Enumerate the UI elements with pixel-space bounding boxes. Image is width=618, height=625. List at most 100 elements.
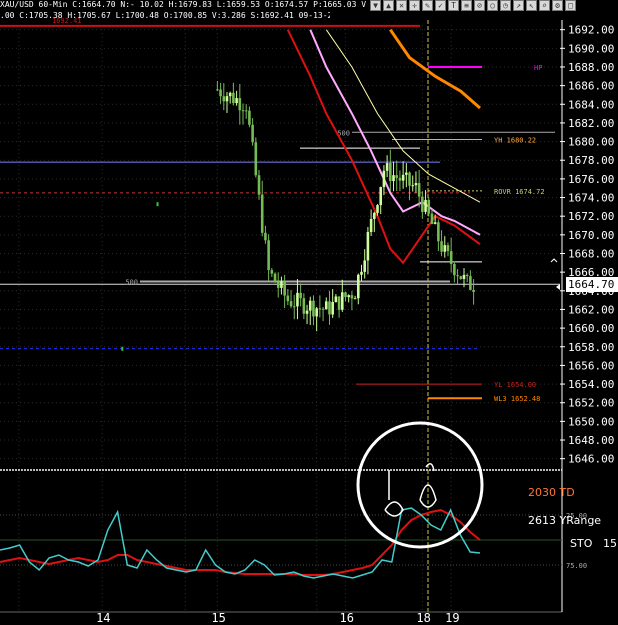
text-icon[interactable]: T — [448, 0, 459, 11]
candle-body — [235, 98, 238, 104]
candle-body — [270, 270, 274, 274]
candle-body — [280, 281, 283, 288]
candle-body — [254, 142, 258, 176]
candle-body — [465, 274, 469, 277]
candle-body — [225, 96, 229, 102]
candle-body — [411, 185, 415, 187]
candle-body — [369, 218, 373, 233]
date-label: 14 — [96, 611, 110, 625]
trend-icon[interactable]: ↗ — [513, 0, 524, 11]
down-arrow-icon[interactable]: ▼ — [370, 0, 381, 11]
candle-body — [289, 301, 293, 307]
candle-body — [264, 232, 267, 241]
candle-body — [308, 300, 312, 311]
candle-body — [347, 295, 350, 298]
candle-body — [216, 89, 219, 91]
candle-body — [389, 163, 392, 182]
candle-body — [433, 222, 437, 224]
stochastic-oscillator: 25.0075.00 — [0, 507, 587, 579]
price-tick-label: 1648.00 — [568, 434, 614, 447]
candle-body — [414, 183, 418, 186]
candle-body — [241, 110, 245, 112]
candle-body — [443, 245, 447, 252]
check-icon[interactable]: ✓ — [435, 0, 446, 11]
candle-body — [251, 124, 254, 143]
candle-body — [331, 302, 334, 315]
candle-body — [344, 292, 347, 298]
cursor-icon[interactable]: ↖ — [526, 0, 537, 11]
price-chart[interactable]: 1692.41HP500YH 1680.22ROVR 1674.72500YL … — [0, 0, 618, 625]
candle-body — [228, 92, 232, 97]
settings-icon[interactable]: ⚙ — [552, 0, 563, 11]
candle-body — [417, 183, 421, 197]
marker-arrow-icon — [550, 258, 558, 263]
pencil-icon[interactable]: ✎ — [422, 0, 433, 11]
candle-body — [334, 296, 338, 303]
window-title: XAU/USD 60-Min C:1664.70 N:- 10.02 H:167… — [0, 0, 367, 9]
horizontal-levels: 1692.41HP500YH 1680.22ROVR 1674.72500YL … — [0, 17, 560, 403]
price-tick-label: 1684.00 — [568, 98, 614, 111]
bar-info: .00 C:1705.38 H:1705.67 L:1700.48 O:1700… — [0, 11, 330, 20]
crosshair-icon[interactable]: ✛ — [409, 0, 420, 11]
candle-body — [446, 245, 450, 252]
candle-body — [398, 177, 402, 181]
candle-body — [453, 263, 456, 276]
candle-body — [456, 275, 459, 277]
zoom-icon[interactable]: ⌕ — [539, 0, 550, 11]
level-label: WL3 1652.48 — [494, 395, 540, 403]
candle-body — [379, 187, 383, 206]
candle-body — [283, 281, 286, 296]
cross-icon[interactable]: ✕ — [396, 0, 407, 11]
highlight-circle — [356, 421, 484, 549]
current-price-box: 1664.70 — [566, 277, 618, 292]
candle-body — [286, 295, 290, 302]
candle-body — [440, 241, 443, 252]
circle-icon[interactable]: ○ — [487, 0, 498, 11]
candle-body — [238, 98, 242, 111]
stoch-value: 15 — [603, 537, 617, 550]
no-entry-icon[interactable]: ⊘ — [474, 0, 485, 11]
up-arrow-icon[interactable]: ▲ — [383, 0, 394, 11]
clock-icon[interactable]: ◷ — [500, 0, 511, 11]
candle-body — [427, 199, 431, 214]
candle-body — [315, 308, 318, 317]
lines-icon[interactable]: ≡ — [461, 0, 472, 11]
candle-body — [302, 298, 306, 314]
stoch-label: STO — [570, 537, 593, 550]
price-tick-label: 1654.00 — [568, 378, 614, 391]
candle-body — [424, 199, 427, 212]
candle-body — [469, 276, 472, 290]
level-label: ROVR 1674.72 — [494, 188, 545, 196]
price-tick-label: 1652.00 — [568, 397, 614, 410]
price-tick-label: 1646.00 — [568, 453, 614, 466]
price-tick-label: 1668.00 — [568, 247, 614, 260]
candle-body — [273, 273, 277, 283]
price-tick-label: 1656.00 — [568, 359, 614, 372]
candle-body — [219, 89, 222, 97]
price-tick-label: 1680.00 — [568, 136, 614, 149]
candle-body — [376, 205, 379, 213]
date-axis: 14 15 16 18 19 — [96, 611, 460, 625]
price-tick-label: 1670.00 — [568, 229, 614, 242]
candle-body — [472, 289, 475, 292]
candle-body — [366, 232, 370, 261]
yrange-label: 2613 YRange — [528, 514, 601, 527]
price-tick-label: 1660.00 — [568, 322, 614, 335]
candle-body — [321, 308, 325, 310]
candle-body — [121, 346, 124, 351]
level-label: YH 1680.22 — [494, 137, 536, 145]
candle-body — [405, 172, 408, 175]
level-label: 500 — [125, 278, 138, 286]
price-tick-label: 1650.00 — [568, 415, 614, 428]
maximize-icon[interactable]: □ — [565, 0, 576, 11]
price-tick-label: 1686.00 — [568, 80, 614, 93]
candle-body — [305, 310, 309, 314]
moving-average-line — [389, 28, 481, 110]
price-tick-label: 1682.00 — [568, 117, 614, 130]
candle-body — [340, 292, 344, 310]
candle-body — [353, 298, 357, 300]
osc-fast-line — [0, 507, 481, 579]
candle-body — [312, 300, 315, 317]
candle-body — [276, 282, 280, 288]
price-tick-label: 1690.00 — [568, 42, 614, 55]
